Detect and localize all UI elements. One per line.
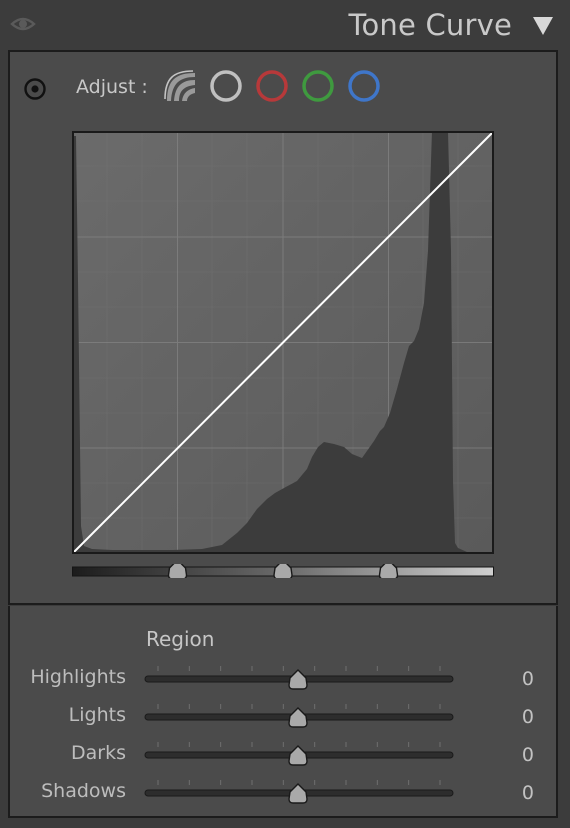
slider-highlights: Highlights 0: [0, 662, 570, 698]
slider-lights: Lights 0: [0, 700, 570, 736]
panel-header: Tone Curve: [0, 0, 570, 50]
slider-value[interactable]: 0: [522, 744, 534, 766]
slider-value[interactable]: 0: [522, 782, 534, 804]
slider-track[interactable]: [144, 738, 454, 774]
slider-thumb[interactable]: [288, 707, 308, 728]
slider-thumb[interactable]: [288, 669, 308, 690]
adjust-label: Adjust :: [76, 76, 148, 98]
slider-label: Shadows: [41, 780, 126, 802]
slider-thumb[interactable]: [288, 745, 308, 766]
triangle-down-icon[interactable]: [532, 16, 554, 36]
slider-darks: Darks 0: [0, 738, 570, 774]
eye-icon[interactable]: [10, 14, 36, 34]
region-label: Region: [146, 627, 215, 651]
slider-label: Darks: [71, 742, 126, 764]
parametric-curve-icon[interactable]: [162, 68, 198, 104]
split-point-handle[interactable]: [273, 564, 293, 578]
slider-shadows: Shadows 0: [0, 776, 570, 812]
slider-track[interactable]: [144, 700, 454, 736]
split-point-strip[interactable]: [72, 564, 494, 578]
panel-title: Tone Curve: [348, 8, 512, 42]
slider-value[interactable]: 0: [522, 706, 534, 728]
slider-label: Lights: [68, 704, 126, 726]
point-curve-rgb-button[interactable]: [208, 68, 244, 104]
slider-track[interactable]: [144, 662, 454, 698]
slider-track[interactable]: [144, 776, 454, 812]
green-channel-button[interactable]: [300, 68, 336, 104]
slider-thumb[interactable]: [288, 783, 308, 804]
target-adjust-icon[interactable]: [23, 77, 47, 101]
slider-value[interactable]: 0: [522, 668, 534, 690]
split-point-handle[interactable]: [378, 564, 399, 578]
tone-curve-graph[interactable]: [72, 131, 494, 554]
slider-label: Highlights: [30, 666, 126, 688]
blue-channel-button[interactable]: [346, 68, 382, 104]
red-channel-button[interactable]: [254, 68, 290, 104]
split-point-handle[interactable]: [167, 564, 188, 578]
